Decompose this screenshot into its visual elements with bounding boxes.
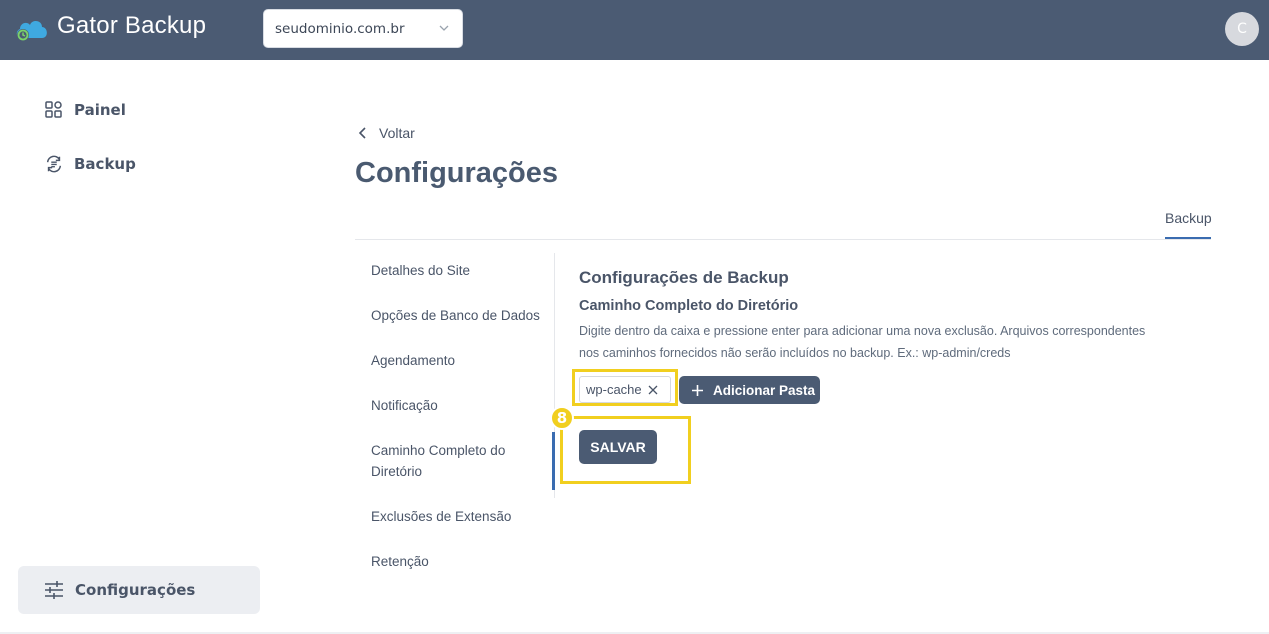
exclusion-chip: wp-cache [579, 376, 671, 403]
chevron-down-icon [439, 25, 449, 31]
section-title: Configurações de Backup [579, 268, 789, 287]
description-line: Digite dentro da caixa e pressione enter… [579, 324, 1146, 338]
header-divider [355, 239, 1211, 240]
add-folder-label: Adicionar Pasta [713, 382, 816, 398]
step-badge: 8 [550, 406, 574, 430]
sidebar-item-configuracoes[interactable]: Configurações [18, 566, 260, 614]
gator-cloud-logo-icon [16, 21, 47, 41]
description-line: nos caminhos fornecidos não serão incluí… [579, 346, 1011, 360]
back-label: Voltar [379, 125, 415, 141]
plus-icon [692, 384, 703, 396]
sidebar-item-label: Painel [74, 101, 126, 119]
sliders-icon [45, 581, 63, 599]
section-description: Digite dentro da caixa e pressione enter… [579, 320, 1199, 364]
add-folder-button[interactable]: Adicionar Pasta [679, 376, 820, 404]
domain-select[interactable]: seudominio.com.br [263, 9, 463, 48]
menu-item-caminho-completo-do-diretorio[interactable]: Caminho Completo do Diretório [371, 440, 531, 482]
sidebar-item-backup[interactable]: Backup [44, 152, 136, 176]
tab-backup[interactable]: Backup [1165, 210, 1212, 226]
menu-item-retencao[interactable]: Retenção [371, 551, 429, 572]
close-icon[interactable] [648, 385, 658, 395]
dashboard-icon [45, 101, 62, 118]
domain-select-value: seudominio.com.br [275, 21, 405, 37]
user-avatar[interactable]: C [1225, 12, 1259, 46]
page-title: Configurações [355, 157, 559, 189]
save-button[interactable]: SALVAR [579, 430, 657, 464]
sidebar-item-painel[interactable]: Painel [44, 98, 126, 122]
menu-item-opcoes-banco-de-dados[interactable]: Opções de Banco de Dados [371, 305, 540, 326]
chip-label: wp-cache [586, 382, 642, 397]
sidebar-item-label: Backup [74, 155, 136, 173]
top-bar: Gator Backup seudominio.com.br C [0, 0, 1269, 60]
back-link[interactable]: Voltar [357, 125, 415, 141]
sidebar-item-label: Configurações [75, 581, 196, 599]
backup-sync-icon [46, 155, 62, 173]
menu-item-exclusoes-de-extensao[interactable]: Exclusões de Extensão [371, 506, 511, 527]
menu-item-detalhes-do-site[interactable]: Detalhes do Site [371, 260, 470, 281]
menu-item-notificacao[interactable]: Notificação [371, 395, 438, 416]
chevron-left-icon [358, 127, 366, 139]
menu-item-agendamento[interactable]: Agendamento [371, 350, 455, 371]
menu-active-indicator [552, 432, 555, 490]
section-subtitle: Caminho Completo do Diretório [579, 298, 799, 314]
app-brand: Gator Backup [57, 12, 207, 39]
